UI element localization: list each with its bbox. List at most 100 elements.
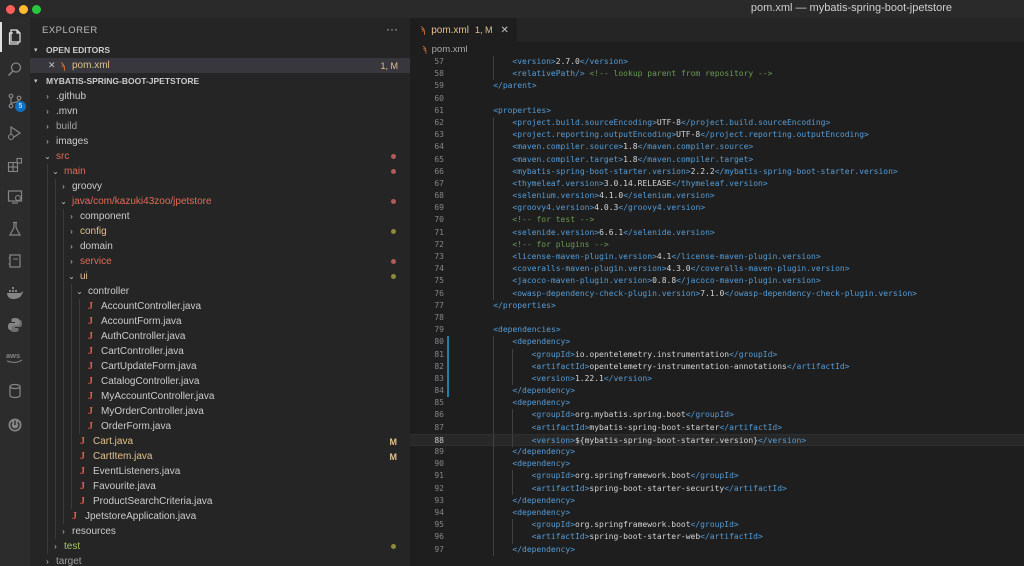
minimize-window-button[interactable] <box>19 5 28 14</box>
tree-item[interactable]: J CartController.java <box>30 344 410 359</box>
tab-pom-xml[interactable]: ϡ pom.xml 1, M ✕ <box>410 18 517 42</box>
tree-item[interactable]: J CartItem.java M <box>30 449 410 464</box>
tree-item[interactable]: › groovy <box>30 179 410 194</box>
code-line[interactable]: 88 <version>${mybatis-spring-boot-starter… <box>410 433 1024 447</box>
run-debug-icon[interactable] <box>0 118 30 148</box>
code-line[interactable]: 58 <relativePath/> <!-- lookup parent fro… <box>410 68 1024 81</box>
tree-item[interactable]: J EventListeners.java <box>30 464 410 479</box>
breadcrumb[interactable]: ϡ pom.xml <box>410 42 1024 56</box>
code-line[interactable]: 70 <!-- for test --> <box>410 214 1024 227</box>
tree-item[interactable]: J MyAccountController.java <box>30 389 410 404</box>
code-line[interactable]: 97 </dependency> <box>410 543 1024 556</box>
extensions-icon[interactable] <box>0 150 30 180</box>
code-line[interactable]: 86 <groupId>org.mybatis.spring.boot</grou… <box>410 409 1024 422</box>
code-line[interactable]: 77 </properties> <box>410 300 1024 312</box>
more-actions-icon[interactable]: ··· <box>386 22 398 36</box>
code-line[interactable]: 72 <!-- for plugins --> <box>410 238 1024 251</box>
tree-item[interactable]: › target <box>30 554 410 566</box>
tree-item[interactable]: J MyOrderController.java <box>30 404 410 419</box>
code-line[interactable]: 82 <artifactId>opentelemetry-instrumentat… <box>410 360 1024 373</box>
search-icon[interactable] <box>0 54 30 84</box>
code-editor[interactable]: 57 <version>2.7.0</version> 58 <relativePat… <box>410 56 1024 566</box>
code-line[interactable]: 96 <artifactId>spring-boot-starter-web</a… <box>410 531 1024 544</box>
code-line[interactable]: 71 <selenide.version>6.6.1</selenide.vers… <box>410 226 1024 239</box>
code-line[interactable]: 63 <project.reporting.outputEncoding>UTF-… <box>410 129 1024 142</box>
tree-item[interactable]: J ProductSearchCriteria.java <box>30 494 410 509</box>
tree-item[interactable]: J JpetstoreApplication.java <box>30 509 410 524</box>
database-icon[interactable] <box>0 376 30 406</box>
maximize-window-button[interactable] <box>32 5 41 14</box>
code-line[interactable]: 92 <artifactId>spring-boot-starter-securi… <box>410 482 1024 495</box>
tree-item[interactable]: › domain <box>30 239 410 254</box>
spring-boot-icon[interactable] <box>0 410 30 440</box>
code-line[interactable]: 64 <maven.compiler.source>1.8</maven.comp… <box>410 141 1024 154</box>
code-line[interactable]: 66 <mybatis-spring-boot-starter.version>2… <box>410 165 1024 178</box>
code-line[interactable]: 95 <groupId>org.springframework.boot</gro… <box>410 519 1024 532</box>
tree-item[interactable]: J CartUpdateForm.java <box>30 359 410 374</box>
tree-item[interactable]: J OrderForm.java <box>30 419 410 434</box>
open-editors-section[interactable]: ▾ OPEN EDITORS <box>30 42 410 58</box>
code-line[interactable]: 94 <dependency> <box>410 506 1024 520</box>
tree-item[interactable]: › images <box>30 134 410 149</box>
source-control-icon[interactable]: 5 <box>0 86 30 116</box>
code-line[interactable]: 89 </dependency> <box>410 446 1024 459</box>
notebook-icon[interactable] <box>0 246 30 276</box>
line-number: 69 <box>434 203 444 213</box>
code-line[interactable]: 80 <dependency> <box>410 336 1024 349</box>
code-line[interactable]: 83 <version>1.22.1</version> <box>410 372 1024 386</box>
testing-icon[interactable] <box>0 214 30 244</box>
tree-item[interactable]: J Cart.java M <box>30 434 410 449</box>
close-icon[interactable]: ✕ <box>48 60 60 71</box>
code-line[interactable]: 81 <groupId>io.opentelemetry.instrumentat… <box>410 348 1024 361</box>
close-icon[interactable]: ✕ <box>501 25 509 36</box>
code-line[interactable]: 90 <dependency> <box>410 458 1024 471</box>
code-line[interactable]: 85 <dependency> <box>410 397 1024 410</box>
tree-item[interactable]: J AccountForm.java <box>30 314 410 329</box>
code-line[interactable]: 68 <selenium.version>4.1.0</selenium.vers… <box>410 190 1024 203</box>
tree-item[interactable]: J AccountController.java <box>30 299 410 314</box>
tree-item[interactable]: ⌄ main <box>30 164 410 179</box>
code-line[interactable]: 69 <groovy4.version>4.0.3</groovy4.versio… <box>410 202 1024 215</box>
tree-item[interactable]: › .github <box>30 89 410 104</box>
code-line[interactable]: 62 <project.build.sourceEncoding>UTF-8</p… <box>410 116 1024 130</box>
code-line[interactable]: 61 <properties> <box>410 105 1024 117</box>
tree-item[interactable]: ⌄ ui <box>30 269 410 284</box>
code-line[interactable]: 93 </dependency> <box>410 494 1024 507</box>
open-editor-item[interactable]: ✕ ϡ pom.xml 1, M <box>30 58 410 73</box>
code-line[interactable]: 73 <license-maven-plugin.version>4.1</lic… <box>410 251 1024 264</box>
tree-item[interactable]: ⌄ controller <box>30 284 410 299</box>
code-line[interactable]: 57 <version>2.7.0</version> <box>410 56 1024 69</box>
docker-icon[interactable] <box>0 278 30 308</box>
code-line[interactable]: 59 </parent> <box>410 80 1024 92</box>
tree-item[interactable]: › config <box>30 224 410 239</box>
tree-item[interactable]: J AuthController.java <box>30 329 410 344</box>
code-line[interactable]: 65 <maven.compiler.target>1.8</maven.comp… <box>410 153 1024 166</box>
explorer-icon[interactable] <box>0 22 30 52</box>
aws-icon[interactable]: aws <box>0 342 30 372</box>
tree-item[interactable]: J Favourite.java <box>30 479 410 494</box>
project-section[interactable]: ▾ MYBATIS-SPRING-BOOT-JPETSTORE <box>30 73 410 89</box>
tree-item[interactable]: › build <box>30 119 410 134</box>
indent-guide <box>63 434 64 449</box>
code-line[interactable]: 75 <jacoco-maven-plugin.version>0.8.8</ja… <box>410 275 1024 288</box>
code-line[interactable]: 91 <groupId>org.springframework.boot</gro… <box>410 470 1024 483</box>
code-line[interactable]: 67 <thymeleaf.version>3.0.14.RELEASE</thy… <box>410 177 1024 191</box>
tree-item[interactable]: › service <box>30 254 410 269</box>
tree-item[interactable]: › .mvn <box>30 104 410 119</box>
code-line[interactable]: 74 <coveralls-maven-plugin.version>4.3.0<… <box>410 263 1024 276</box>
python-icon[interactable] <box>0 310 30 340</box>
tree-item[interactable]: ⌄ java/com/kazuki43zoo/jpetstore <box>30 194 410 209</box>
code-line[interactable]: 84 </dependency> <box>410 385 1024 398</box>
close-window-button[interactable] <box>6 5 15 14</box>
remote-explorer-icon[interactable] <box>0 182 30 212</box>
tree-item[interactable]: J CatalogController.java <box>30 374 410 389</box>
tree-item[interactable]: › resources <box>30 524 410 539</box>
code-line[interactable]: 78 <box>410 312 1024 324</box>
code-line[interactable]: 87 <artifactId>mybatis-spring-boot-starte… <box>410 421 1024 434</box>
tree-item[interactable]: › test <box>30 539 410 554</box>
code-line[interactable]: 60 <box>410 93 1024 105</box>
code-line[interactable]: 79 <dependencies> <box>410 324 1024 336</box>
tree-item[interactable]: › component <box>30 209 410 224</box>
code-line[interactable]: 76 <owasp-dependency-check-plugin.version… <box>410 287 1024 300</box>
tree-item[interactable]: ⌄ src <box>30 149 410 164</box>
